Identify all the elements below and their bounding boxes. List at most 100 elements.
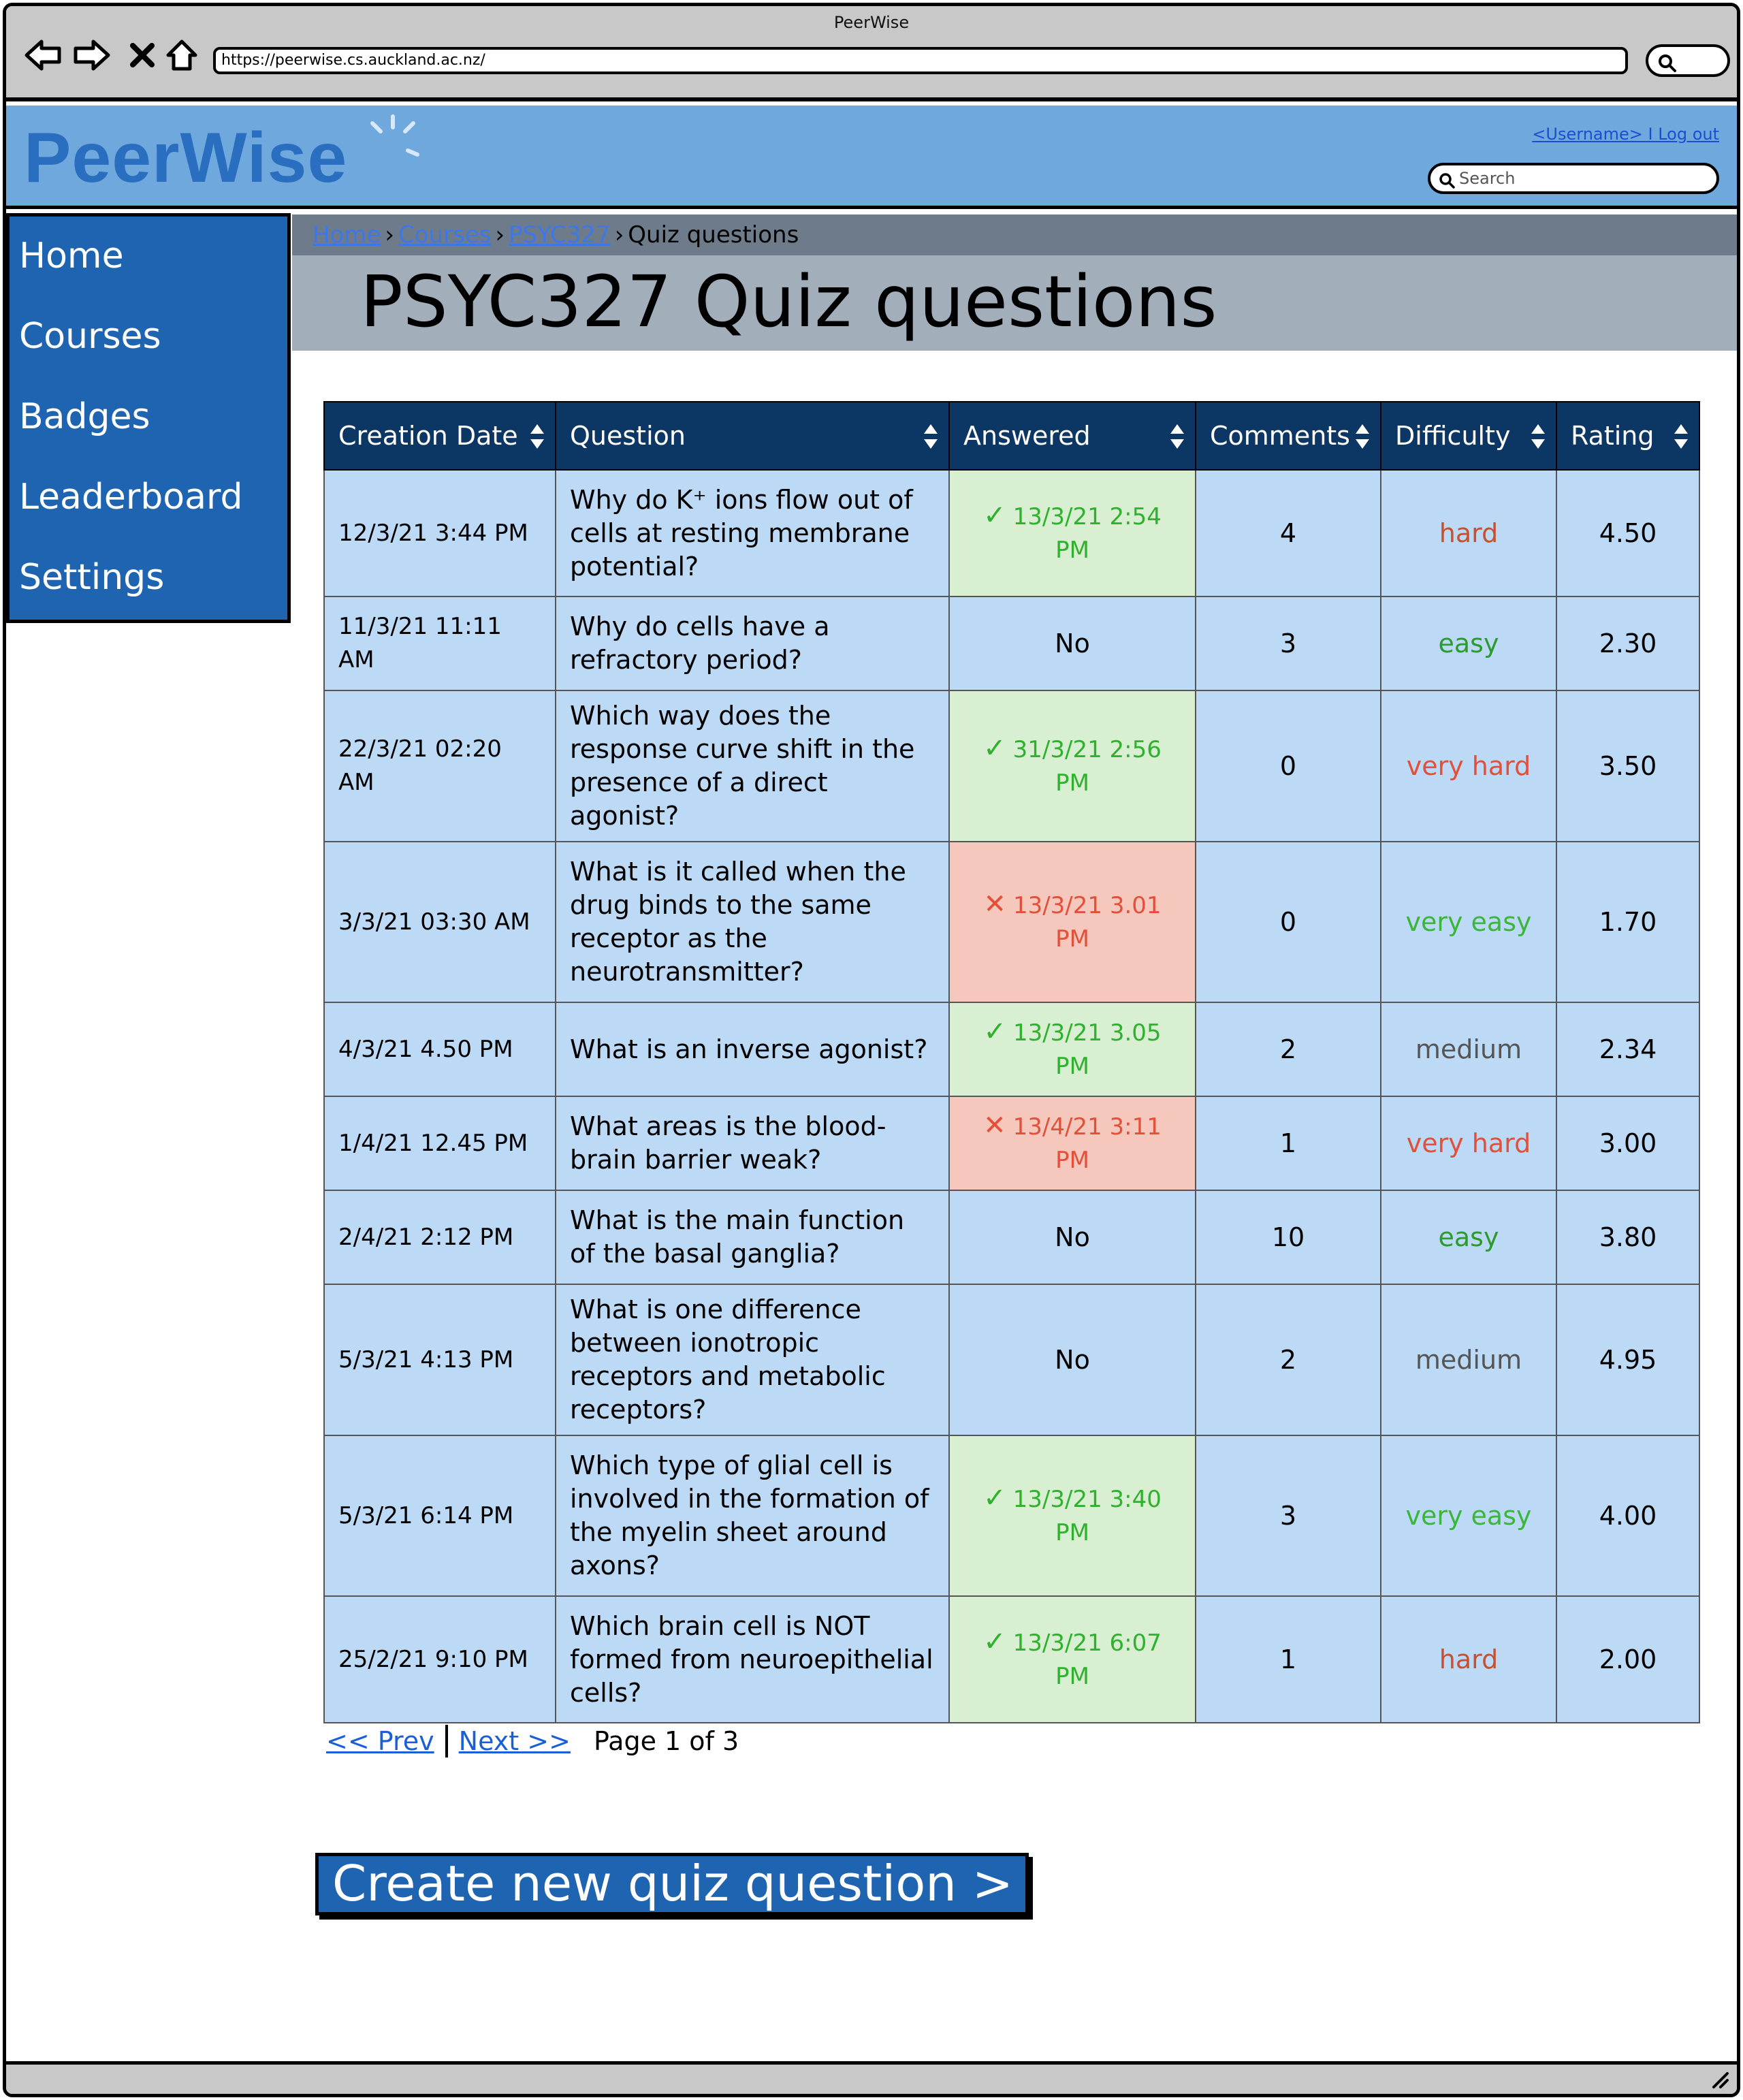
- cell-comments[interactable]: 2: [1195, 1002, 1381, 1097]
- cell-comments[interactable]: 0: [1195, 841, 1381, 1003]
- column-header-creation-date[interactable]: Creation Date: [323, 401, 556, 471]
- cell-creation-date: 1/4/21 12.45 PM: [323, 1096, 556, 1191]
- answered-time: 13/3/21 3.05 PM: [1012, 1019, 1162, 1080]
- user-logout-text[interactable]: <Username> I Log out: [1532, 125, 1719, 144]
- cell-question[interactable]: Which way does the response curve shift …: [555, 690, 950, 842]
- cell-question[interactable]: Why do cells have a refractory period?: [555, 596, 950, 691]
- peerwise-logo[interactable]: PeerWise: [24, 118, 347, 199]
- table-row[interactable]: 12/3/21 3:44 PM Why do K⁺ ions flow out …: [323, 469, 1700, 597]
- cell-difficulty: hard: [1380, 469, 1557, 597]
- breadcrumb-courses[interactable]: Courses: [398, 221, 491, 249]
- table-row[interactable]: 11/3/21 11:11 AM Why do cells have a ref…: [323, 596, 1700, 691]
- check-icon: ✓: [983, 1016, 1006, 1047]
- column-label: Rating: [1571, 421, 1654, 451]
- logo-sparkle-icon: [370, 114, 419, 157]
- home-icon[interactable]: [161, 36, 202, 74]
- cell-creation-date: 4/3/21 4.50 PM: [323, 1002, 556, 1097]
- browser-window: PeerWise https://peerwise.cs.auckland.ac…: [3, 3, 1740, 2097]
- sort-icon[interactable]: [1530, 423, 1546, 450]
- column-header-question[interactable]: Question: [555, 401, 950, 471]
- answered-time: 13/4/21 3:11 PM: [1012, 1113, 1162, 1174]
- table-row[interactable]: 22/3/21 02:20 AM Which way does the resp…: [323, 690, 1700, 842]
- sidebar-nav: Home Courses Badges Leaderboard Settings: [6, 213, 291, 623]
- column-header-comments[interactable]: Comments: [1195, 401, 1381, 471]
- cell-comments[interactable]: 3: [1195, 596, 1381, 691]
- cell-question[interactable]: Which type of glial cell is involved in …: [555, 1435, 950, 1597]
- cell-difficulty: very hard: [1380, 1096, 1557, 1191]
- column-label: Comments: [1210, 421, 1350, 451]
- site-header: PeerWise <Username> I Log out Search: [6, 106, 1737, 209]
- cell-difficulty: very easy: [1380, 1435, 1557, 1597]
- cell-creation-date: 5/3/21 6:14 PM: [323, 1435, 556, 1597]
- cell-creation-date: 3/3/21 03:30 AM: [323, 841, 556, 1003]
- cell-question[interactable]: Why do K⁺ ions flow out of cells at rest…: [555, 469, 950, 597]
- sort-icon[interactable]: [1673, 423, 1689, 450]
- sort-icon[interactable]: [1169, 423, 1185, 450]
- browser-search-box[interactable]: [1646, 44, 1730, 77]
- resize-grip-icon[interactable]: [1710, 2069, 1730, 2090]
- column-label: Creation Date: [338, 421, 518, 451]
- table-row[interactable]: 2/4/21 2:12 PM What is the main function…: [323, 1190, 1700, 1285]
- browser-toolbar: PeerWise https://peerwise.cs.auckland.ac…: [6, 6, 1737, 101]
- answered-time: 13/3/21 2:54 PM: [1012, 503, 1162, 564]
- cell-answered: No: [948, 596, 1196, 691]
- cell-comments[interactable]: 4: [1195, 469, 1381, 597]
- next-page-link[interactable]: Next >>: [459, 1726, 571, 1756]
- cell-question[interactable]: Which brain cell is NOT formed from neur…: [555, 1595, 950, 1723]
- column-header-difficulty[interactable]: Difficulty: [1380, 401, 1557, 471]
- page-indicator: Page 1 of 3: [593, 1726, 739, 1756]
- cell-question[interactable]: What is the main function of the basal g…: [555, 1190, 950, 1285]
- cell-rating: 2.00: [1556, 1595, 1700, 1723]
- column-header-answered[interactable]: Answered: [948, 401, 1196, 471]
- cross-icon: ✕: [983, 1110, 1006, 1141]
- table-row[interactable]: 4/3/21 4.50 PM What is an inverse agonis…: [323, 1002, 1700, 1097]
- cell-comments[interactable]: 1: [1195, 1096, 1381, 1191]
- back-icon[interactable]: [22, 36, 63, 74]
- sort-icon[interactable]: [529, 423, 545, 450]
- sort-icon[interactable]: [1354, 423, 1371, 450]
- cell-question[interactable]: What areas is the blood-brain barrier we…: [555, 1096, 950, 1191]
- sidebar-item-leaderboard[interactable]: Leaderboard: [10, 478, 287, 558]
- pagination: << Prev Next >> Page 1 of 3: [326, 1721, 739, 1762]
- title-bar: PSYC327 Quiz questions: [292, 255, 1737, 351]
- breadcrumb-course[interactable]: PSYC327: [509, 221, 611, 249]
- create-quiz-question-button[interactable]: Create new quiz question >: [315, 1853, 1029, 1915]
- cell-comments[interactable]: 10: [1195, 1190, 1381, 1285]
- answered-time: 13/3/21 3:40 PM: [1012, 1486, 1162, 1546]
- forward-icon[interactable]: [71, 36, 112, 74]
- sidebar-item-settings[interactable]: Settings: [10, 558, 287, 639]
- table-row[interactable]: 5/3/21 4:13 PM What is one difference be…: [323, 1284, 1700, 1436]
- user-logout-link[interactable]: <Username> I Log out: [1532, 125, 1719, 144]
- cell-rating: 3.00: [1556, 1096, 1700, 1191]
- cell-comments[interactable]: 2: [1195, 1284, 1381, 1436]
- search-icon: [1439, 173, 1455, 189]
- table-row[interactable]: 25/2/21 9:10 PM Which brain cell is NOT …: [323, 1595, 1700, 1723]
- answered-time: 13/3/21 6:07 PM: [1012, 1629, 1162, 1690]
- cell-question[interactable]: What is one difference between ionotropi…: [555, 1284, 950, 1436]
- table-row[interactable]: 3/3/21 03:30 AM What is it called when t…: [323, 841, 1700, 1003]
- stop-icon[interactable]: [122, 36, 163, 74]
- sort-icon[interactable]: [923, 423, 939, 450]
- cell-comments[interactable]: 0: [1195, 690, 1381, 842]
- sidebar-item-courses[interactable]: Courses: [10, 317, 287, 398]
- cell-rating: 2.34: [1556, 1002, 1700, 1097]
- cell-rating: 4.95: [1556, 1284, 1700, 1436]
- prev-page-link[interactable]: << Prev: [326, 1726, 434, 1756]
- table-row[interactable]: 1/4/21 12.45 PM What areas is the blood-…: [323, 1096, 1700, 1191]
- url-bar[interactable]: https://peerwise.cs.auckland.ac.nz/: [213, 47, 1628, 74]
- site-search-input[interactable]: Search: [1428, 163, 1719, 194]
- cell-comments[interactable]: 3: [1195, 1435, 1381, 1597]
- cell-question[interactable]: What is it called when the drug binds to…: [555, 841, 950, 1003]
- cell-answered: ✓ 13/3/21 3:40 PM: [948, 1435, 1196, 1597]
- cell-rating: 1.70: [1556, 841, 1700, 1003]
- column-header-rating[interactable]: Rating: [1556, 401, 1700, 471]
- sidebar-item-badges[interactable]: Badges: [10, 398, 287, 478]
- cell-comments[interactable]: 1: [1195, 1595, 1381, 1723]
- breadcrumb-current: Quiz questions: [628, 221, 799, 249]
- search-placeholder: Search: [1459, 169, 1516, 188]
- cell-difficulty: medium: [1380, 1284, 1557, 1436]
- cell-question[interactable]: What is an inverse agonist?: [555, 1002, 950, 1097]
- sidebar-item-home[interactable]: Home: [10, 237, 287, 317]
- table-row[interactable]: 5/3/21 6:14 PM Which type of glial cell …: [323, 1435, 1700, 1597]
- breadcrumb-home[interactable]: Home: [313, 221, 381, 249]
